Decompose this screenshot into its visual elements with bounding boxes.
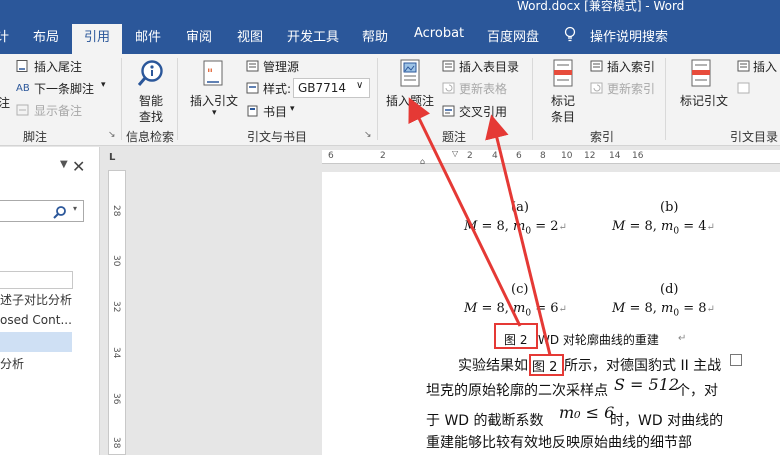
arrow-to-insert-caption — [408, 97, 522, 327]
annotation-arrows — [408, 97, 552, 356]
arrow-to-cross-reference — [485, 114, 552, 356]
